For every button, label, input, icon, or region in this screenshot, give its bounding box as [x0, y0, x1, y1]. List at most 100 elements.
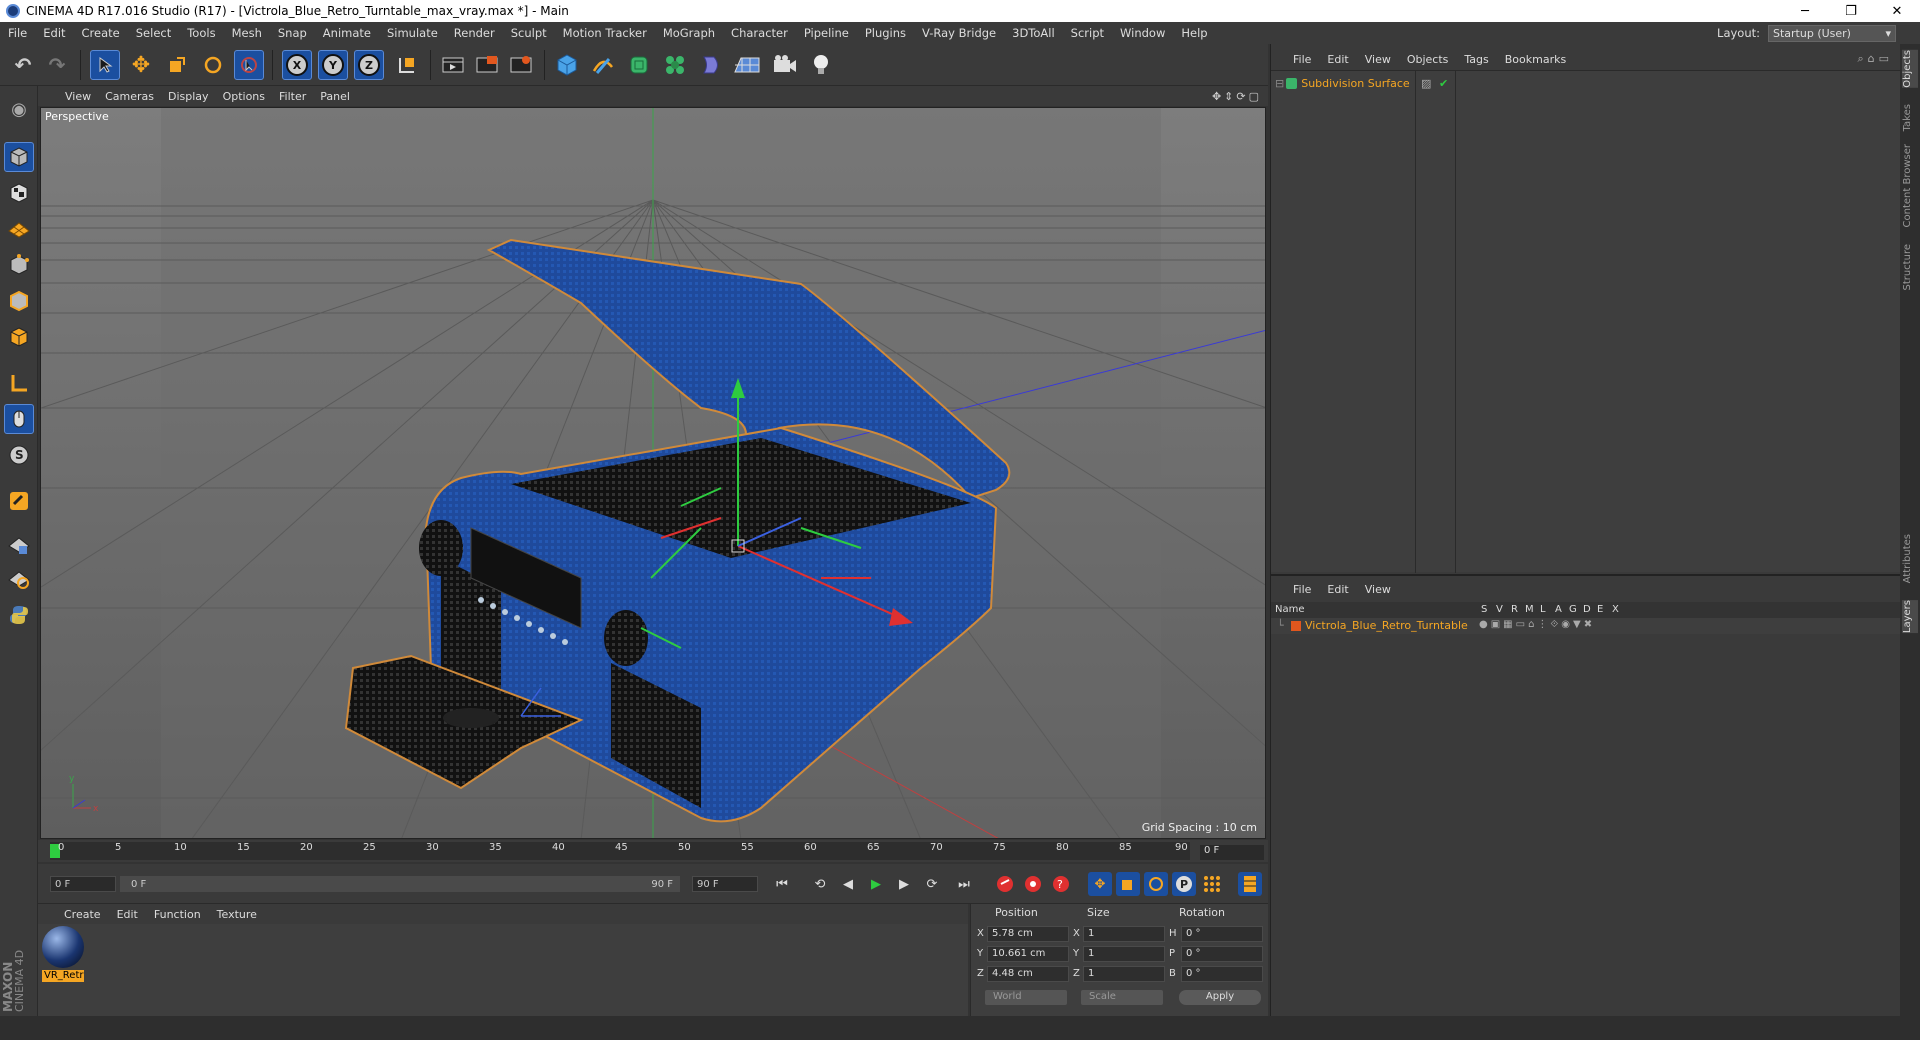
previous-frame-icon[interactable]: ◀: [836, 872, 860, 896]
menu-3dtoall[interactable]: 3DToAll: [1004, 26, 1063, 40]
viewport-menu-display[interactable]: Display: [161, 90, 216, 103]
layer-color-swatch[interactable]: [1291, 621, 1301, 631]
material-menu-create[interactable]: Create: [56, 908, 109, 921]
undo-icon[interactable]: ↶: [8, 50, 38, 80]
timeline-ruler[interactable]: 0 5 10 15 20 25 30 35 40 45 50 55 60 65 …: [50, 842, 1190, 860]
keyframe-selection-icon[interactable]: ?: [1049, 872, 1073, 896]
parameter-key-icon[interactable]: P: [1172, 872, 1196, 896]
menu-window[interactable]: Window: [1112, 26, 1173, 40]
position-x-field[interactable]: 5.78 cm: [987, 926, 1069, 942]
camera-icon[interactable]: [770, 50, 800, 80]
make-editable-icon[interactable]: ◉: [4, 94, 34, 124]
tab-layers[interactable]: Layers: [1902, 600, 1918, 634]
menu-animate[interactable]: Animate: [315, 26, 379, 40]
rotation-key-icon[interactable]: [1144, 872, 1168, 896]
menu-tools[interactable]: Tools: [179, 26, 223, 40]
subdivision-surface-icon[interactable]: [624, 50, 654, 80]
objects-menu-file[interactable]: File: [1285, 53, 1319, 66]
objects-menu-edit[interactable]: Edit: [1319, 53, 1356, 66]
perspective-viewport[interactable]: y x Perspective Grid Spacing : 10 cm: [40, 107, 1266, 839]
position-z-field[interactable]: 4.48 cm: [987, 966, 1069, 982]
menu-character[interactable]: Character: [723, 26, 796, 40]
rotation-b-field[interactable]: 0 °: [1181, 966, 1263, 982]
tweak-mode-icon[interactable]: [4, 404, 34, 434]
redo-icon[interactable]: ↷: [42, 50, 72, 80]
menu-help[interactable]: Help: [1173, 26, 1215, 40]
minimize-button[interactable]: ─: [1782, 4, 1828, 19]
start-frame-field[interactable]: 0 F: [50, 876, 116, 892]
objects-menu-objects[interactable]: Objects: [1399, 53, 1457, 66]
objects-menu-tags[interactable]: Tags: [1456, 53, 1496, 66]
position-y-field[interactable]: 10.661 cm: [987, 946, 1069, 962]
cloner-icon[interactable]: [660, 50, 690, 80]
menu-vray-bridge[interactable]: V-Ray Bridge: [914, 26, 1004, 40]
menu-sculpt[interactable]: Sculpt: [503, 26, 555, 40]
polygons-mode-icon[interactable]: [4, 322, 34, 352]
floor-icon[interactable]: [732, 50, 762, 80]
workplane-icon[interactable]: [4, 214, 34, 244]
previous-keyframe-icon[interactable]: ⟲: [808, 872, 832, 896]
coordinate-system-icon[interactable]: [392, 50, 422, 80]
menu-snap[interactable]: Snap: [270, 26, 315, 40]
snap-icon[interactable]: S: [4, 440, 34, 470]
rotation-p-field[interactable]: 0 °: [1181, 946, 1263, 962]
layers-menu-view[interactable]: View: [1357, 583, 1399, 596]
viewport-menu-panel[interactable]: Panel: [313, 90, 357, 103]
menu-pipeline[interactable]: Pipeline: [796, 26, 857, 40]
edges-mode-icon[interactable]: [4, 286, 34, 316]
menu-create[interactable]: Create: [74, 26, 128, 40]
axis-z-lock-button[interactable]: Z: [354, 50, 384, 80]
python-icon[interactable]: [4, 600, 34, 630]
auto-keying-icon[interactable]: [1021, 872, 1045, 896]
go-to-end-icon[interactable]: ⏭: [952, 872, 976, 896]
viewport-menu-view[interactable]: View: [58, 90, 98, 103]
viewport-menu-cameras[interactable]: Cameras: [98, 90, 161, 103]
viewport-menu-options[interactable]: Options: [216, 90, 272, 103]
record-keys-icon[interactable]: [993, 872, 1017, 896]
material-menu-edit[interactable]: Edit: [109, 908, 146, 921]
render-settings-icon[interactable]: [506, 50, 536, 80]
expand-icon[interactable]: ⊟: [1275, 77, 1284, 90]
go-to-start-icon[interactable]: ⏮: [770, 872, 794, 896]
object-row-subdivision-surface[interactable]: ⊟ Subdivision Surface ▨ ✔: [1275, 75, 1448, 91]
menu-simulate[interactable]: Simulate: [379, 26, 446, 40]
layer-toggle-icons[interactable]: ●▣▦▭⌂⋮⟐◉▼✖: [1479, 619, 1595, 630]
material-menu-function[interactable]: Function: [146, 908, 209, 921]
axis-y-lock-button[interactable]: Y: [318, 50, 348, 80]
size-x-field[interactable]: 1: [1083, 926, 1165, 942]
deformer-icon[interactable]: [696, 50, 726, 80]
select-arrow-icon[interactable]: [90, 50, 120, 80]
render-view-icon[interactable]: [438, 50, 468, 80]
menu-motion-tracker[interactable]: Motion Tracker: [555, 26, 655, 40]
objects-menu-view[interactable]: View: [1357, 53, 1399, 66]
menu-mesh[interactable]: Mesh: [224, 26, 270, 40]
pen-spline-icon[interactable]: [588, 50, 618, 80]
coordinate-space-dropdown[interactable]: World: [985, 990, 1067, 1005]
tab-attributes[interactable]: Attributes: [1902, 534, 1918, 583]
rotation-h-field[interactable]: 0 °: [1181, 926, 1263, 942]
layer-row[interactable]: └ Victrola_Blue_Retro_Turntable ●▣▦▭⌂⋮⟐◉…: [1271, 618, 1901, 634]
close-button[interactable]: ✕: [1874, 4, 1920, 19]
viewport-menu-filter[interactable]: Filter: [272, 90, 313, 103]
position-key-icon[interactable]: ✥: [1088, 872, 1112, 896]
texture-mode-icon[interactable]: [4, 178, 34, 208]
live-selection-icon[interactable]: [234, 50, 264, 80]
viewport-navigation-icons[interactable]: ✥⇕⟳▢: [1212, 90, 1268, 103]
menu-plugins[interactable]: Plugins: [857, 26, 914, 40]
size-y-field[interactable]: 1: [1083, 946, 1165, 962]
restore-button[interactable]: ❐: [1828, 4, 1874, 19]
current-frame-field[interactable]: 0 F: [1200, 845, 1264, 860]
tab-takes[interactable]: Takes: [1902, 104, 1918, 131]
point-level-animation-icon[interactable]: [1200, 872, 1224, 896]
objects-menu-bookmarks[interactable]: Bookmarks: [1497, 53, 1574, 66]
search-icon[interactable]: ⌕⌂▭: [1857, 52, 1901, 66]
menu-render[interactable]: Render: [446, 26, 503, 40]
model-mode-icon[interactable]: [4, 142, 34, 172]
scale-icon[interactable]: [162, 50, 192, 80]
play-icon[interactable]: ▶: [864, 872, 888, 896]
menu-select[interactable]: Select: [128, 26, 179, 40]
tab-content-browser[interactable]: Content Browser: [1902, 144, 1918, 227]
size-z-field[interactable]: 1: [1083, 966, 1165, 982]
layout-select[interactable]: Startup (User) ▾: [1768, 24, 1896, 42]
menu-script[interactable]: Script: [1063, 26, 1112, 40]
